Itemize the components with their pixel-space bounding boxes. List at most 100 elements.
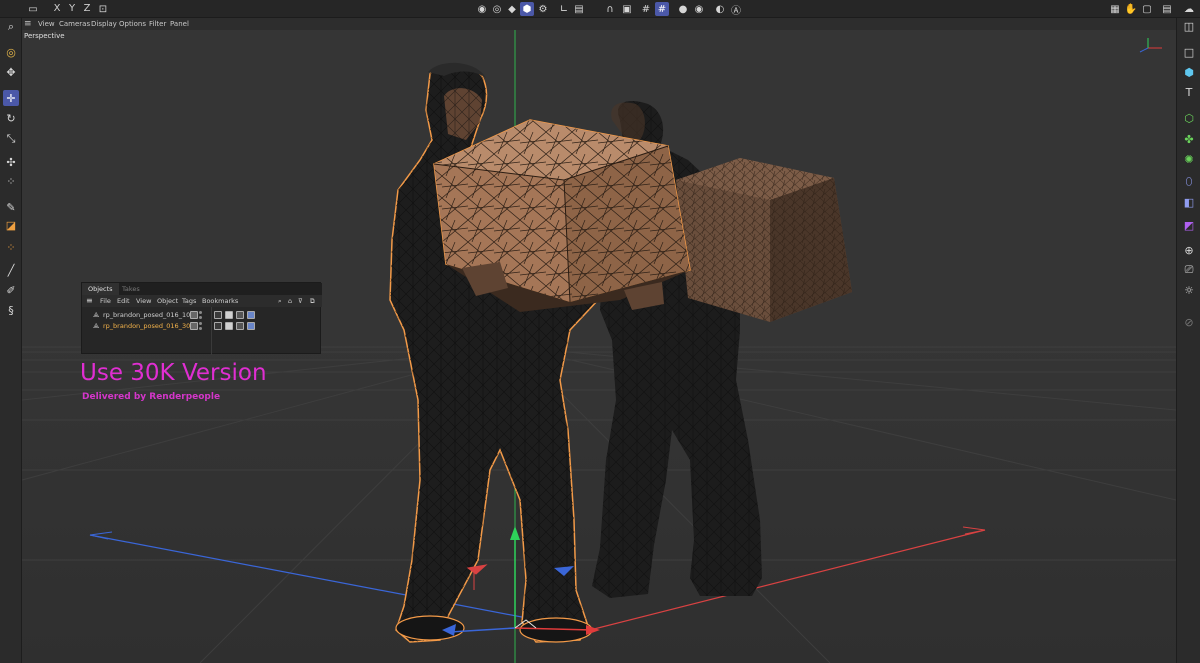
- render-view-icon[interactable]: ◉: [692, 2, 706, 16]
- render-settings-icon[interactable]: ◐: [713, 2, 727, 16]
- visibility-render-dot[interactable]: [199, 327, 202, 330]
- select-tool-icon[interactable]: ✥: [3, 64, 19, 80]
- bend-icon[interactable]: ◩: [1181, 217, 1197, 233]
- objects-menu-object[interactable]: Object: [157, 295, 178, 307]
- menu-filter[interactable]: Filter: [149, 18, 166, 30]
- live-selection-icon[interactable]: ◎: [3, 44, 19, 60]
- layout-icon[interactable]: ▢: [1140, 2, 1154, 16]
- viewport-layout-icon[interactable]: ◫: [1181, 18, 1197, 34]
- search-icon[interactable]: ⌕: [3, 19, 19, 35]
- undo-icon[interactable]: ▭: [26, 2, 40, 16]
- workplane-icon[interactable]: ●: [676, 2, 690, 16]
- visibility-editor-dot[interactable]: [199, 322, 202, 325]
- z-axis-button[interactable]: Z: [82, 2, 92, 16]
- light-icon[interactable]: ☼: [1181, 282, 1197, 298]
- uvw-tag-icon[interactable]: [236, 311, 244, 319]
- coordinate-system-icon[interactable]: ⊡: [96, 2, 110, 16]
- phong-tag-icon[interactable]: [247, 311, 255, 319]
- object-mode-icon[interactable]: ◆: [505, 2, 519, 16]
- render-queue-icon[interactable]: Ⓐ: [729, 2, 743, 17]
- cube-object-icon[interactable]: □: [1181, 44, 1197, 60]
- subdivision-icon[interactable]: ⬡: [1181, 110, 1197, 126]
- menu-options[interactable]: Options: [119, 18, 146, 30]
- primitive-cube-icon[interactable]: ⬢: [1181, 64, 1197, 80]
- mesh-mode-icon[interactable]: ⬢: [520, 2, 534, 16]
- objects-panel: Objects Takes ≡ File Edit View Object Ta…: [81, 282, 322, 355]
- objects-menu-bar: ≡ File Edit View Object Tags Bookmarks ⌕…: [82, 295, 322, 307]
- grid-snap-icon[interactable]: #: [655, 2, 669, 16]
- layer-icon: [190, 311, 198, 319]
- search-icon[interactable]: ⌕: [278, 295, 282, 307]
- object-row[interactable]: ⟁ rp_brandon_posed_016_100k: [82, 310, 322, 320]
- hierarchy-icon[interactable]: ▣: [620, 2, 634, 16]
- spline-icon[interactable]: §: [3, 302, 19, 318]
- transform-tool-icon[interactable]: ✣: [3, 154, 19, 170]
- layout-list-icon[interactable]: ▤: [1160, 2, 1174, 16]
- right-toolbar: ◫ □ ⬢ T ⬡ ✤ ✺ ⬯ ◧ ◩ ⊕ ⎚ ☼ ⊘: [1176, 18, 1200, 663]
- volume-icon[interactable]: ◧: [1181, 194, 1197, 210]
- x-axis-button[interactable]: X: [52, 2, 62, 16]
- uvw-tag-icon[interactable]: [236, 322, 244, 330]
- home-icon[interactable]: ⌂: [288, 295, 292, 307]
- object-name[interactable]: rp_brandon_posed_016_100k: [103, 310, 198, 320]
- texture-tag-icon[interactable]: [225, 311, 233, 319]
- menu-panel[interactable]: Panel: [170, 18, 189, 30]
- overlay-title: Use 30K Version: [80, 360, 267, 386]
- text-object-icon[interactable]: T: [1181, 84, 1197, 100]
- objects-menu-bookmarks[interactable]: Bookmarks: [202, 295, 238, 307]
- texture-tag-icon[interactable]: [225, 322, 233, 330]
- polygon-object-icon: ⟁: [93, 311, 100, 319]
- hand-icon[interactable]: ✋: [1124, 2, 1138, 16]
- environment-icon[interactable]: ⊕: [1181, 242, 1197, 258]
- material-tag-icon[interactable]: [214, 322, 222, 330]
- deformer-icon[interactable]: ✺: [1181, 151, 1197, 167]
- viewport-menu-icon[interactable]: ≡: [24, 18, 32, 30]
- layer-icon: [190, 322, 198, 330]
- points-mode-icon[interactable]: ⚙: [536, 2, 550, 16]
- viewport-projection-label: Perspective: [24, 32, 65, 40]
- objects-menu-file[interactable]: File: [100, 295, 111, 307]
- magnet-icon[interactable]: ∩: [603, 2, 617, 16]
- polygon-mode-icon[interactable]: ▤: [572, 2, 586, 16]
- left-toolbar: ⌕ ◎ ✥ ✛ ↻ ⤡ ✣ ⁘ ✎ ◪ ⁘ ╱ ✐ §: [0, 18, 22, 663]
- cloud-icon[interactable]: ☁: [1182, 2, 1196, 16]
- object-row[interactable]: ⟁ rp_brandon_posed_016_30k: [82, 321, 322, 331]
- rotate-tool-icon[interactable]: ↻: [3, 110, 19, 126]
- snap-icon[interactable]: #: [639, 2, 653, 16]
- menu-cameras[interactable]: Cameras: [59, 18, 90, 30]
- edge-mode-icon[interactable]: ∟: [557, 2, 571, 16]
- menu-display[interactable]: Display: [91, 18, 117, 30]
- field-icon[interactable]: ⬯: [1181, 174, 1197, 190]
- polygon-object-icon: ⟁: [93, 322, 100, 330]
- y-axis-button[interactable]: Y: [67, 2, 77, 16]
- model-mode-icon[interactable]: ◉: [475, 2, 489, 16]
- brush-icon[interactable]: ╱: [3, 262, 19, 278]
- texture-mode-icon[interactable]: ◎: [490, 2, 504, 16]
- extra-tool-icon[interactable]: ⊘: [1181, 314, 1197, 330]
- clapper-icon[interactable]: ▦: [1108, 2, 1122, 16]
- menu-view[interactable]: View: [38, 18, 55, 30]
- visibility-render-dot[interactable]: [199, 316, 202, 319]
- move-tool-icon[interactable]: ✛: [3, 90, 19, 106]
- phong-tag-icon[interactable]: [247, 322, 255, 330]
- object-name[interactable]: rp_brandon_posed_016_30k: [103, 321, 194, 331]
- spline-pen-icon[interactable]: ✎: [3, 199, 19, 215]
- knife-icon[interactable]: ✐: [3, 282, 19, 298]
- points-tool-icon[interactable]: ⁘: [3, 173, 19, 189]
- objects-menu-tags[interactable]: Tags: [182, 295, 196, 307]
- filter-icon[interactable]: ⊽: [298, 295, 303, 307]
- camera-icon[interactable]: ⎚: [1181, 262, 1197, 278]
- generator-icon[interactable]: ⁘: [3, 239, 19, 255]
- objects-menu-view[interactable]: View: [136, 295, 151, 307]
- scale-tool-icon[interactable]: ⤡: [3, 131, 19, 147]
- objects-menu-edit[interactable]: Edit: [117, 295, 130, 307]
- paint-icon[interactable]: ◪: [3, 217, 19, 233]
- new-window-icon[interactable]: ⧉: [310, 295, 315, 307]
- visibility-editor-dot[interactable]: [199, 311, 202, 314]
- cloner-icon[interactable]: ✤: [1181, 131, 1197, 147]
- top-toolbar: ▭ X Y Z ⊡ ◉ ◎ ◆ ⬢ ⚙ ∟ ▤ ∩ ▣ # # ● ◉ ◐ Ⓐ …: [0, 0, 1200, 18]
- material-tag-icon[interactable]: [214, 311, 222, 319]
- tab-objects[interactable]: Objects: [82, 283, 119, 295]
- objects-menu-icon[interactable]: ≡: [86, 295, 93, 307]
- tab-takes[interactable]: Takes: [116, 283, 146, 295]
